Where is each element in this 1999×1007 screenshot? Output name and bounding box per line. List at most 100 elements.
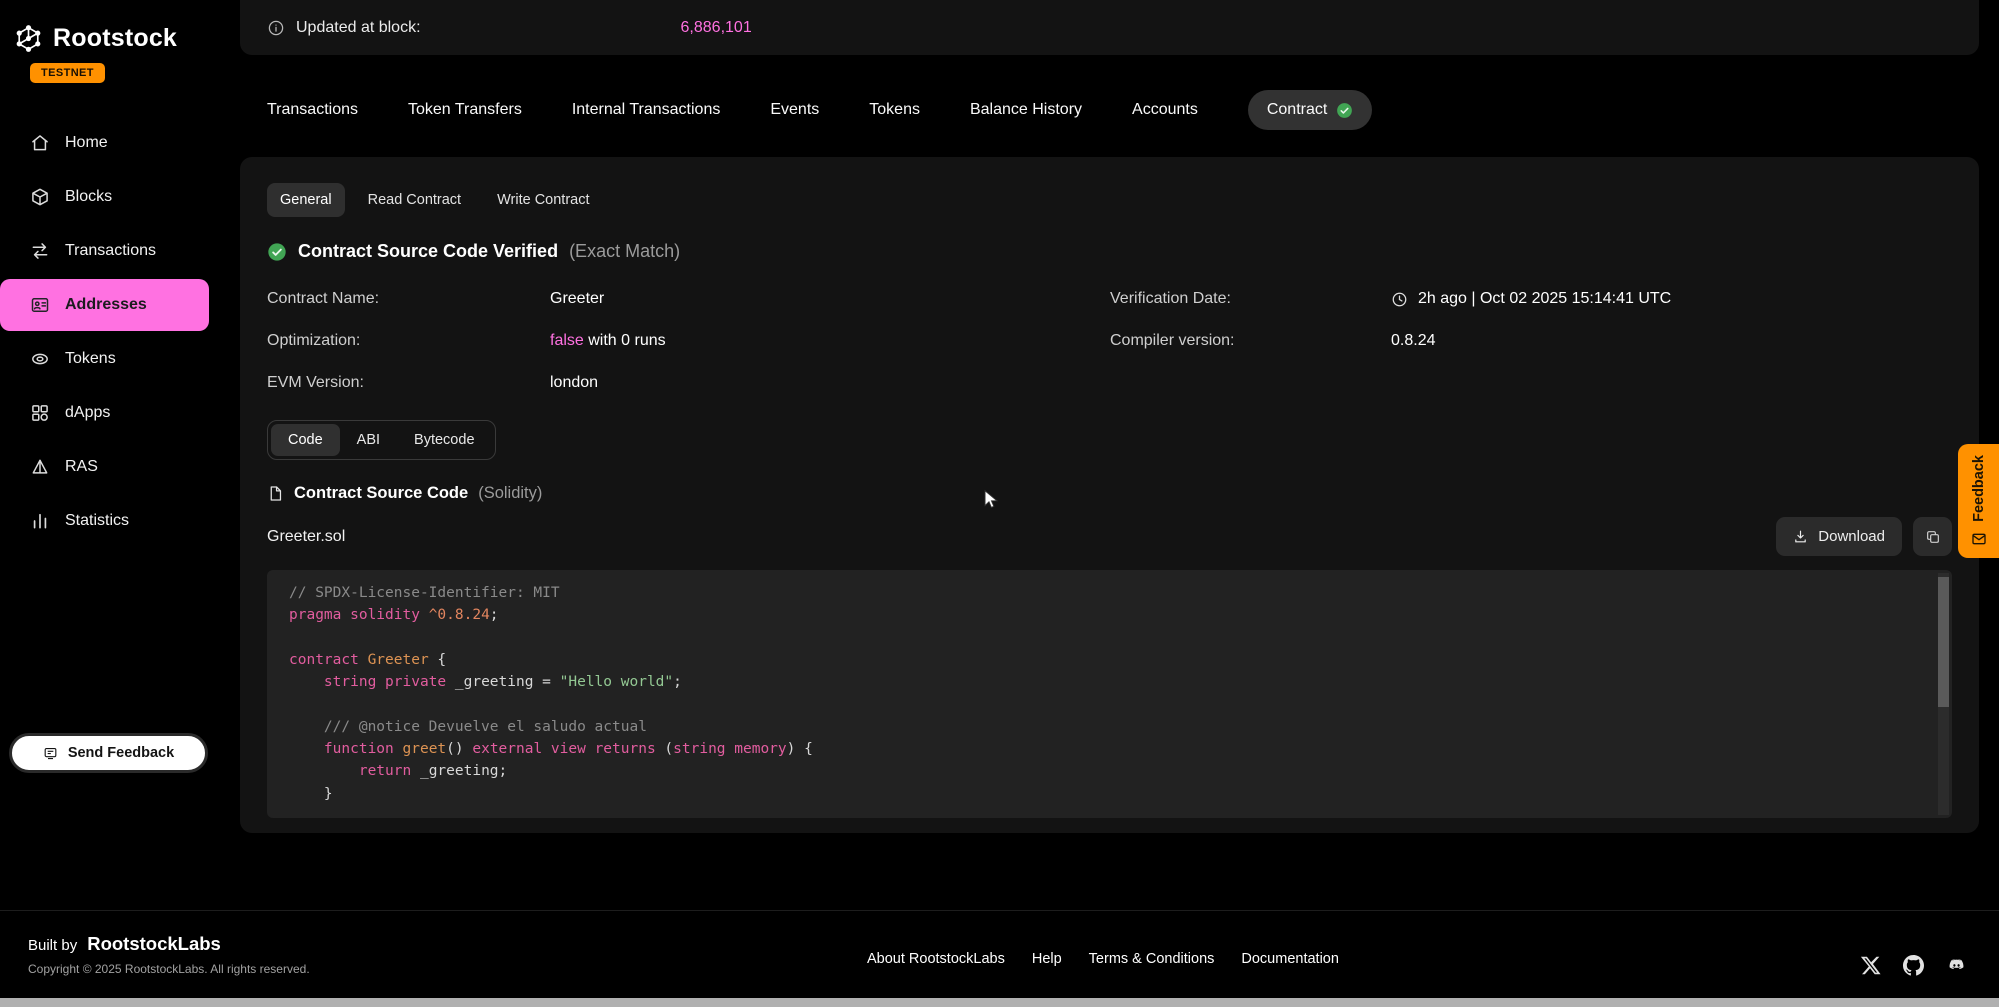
field-label: Optimization:	[267, 332, 550, 350]
sidebar-item-label: dApps	[65, 404, 110, 422]
source-code-block[interactable]: // SPDX-License-Identifier: MITpragma so…	[267, 570, 1952, 818]
download-button[interactable]: Download	[1776, 517, 1902, 556]
tab-label: Tokens	[869, 101, 920, 118]
code-tab-code[interactable]: Code	[271, 424, 340, 456]
footer-link-help[interactable]: Help	[1032, 951, 1062, 967]
code-scrollbar-thumb[interactable]	[1938, 577, 1949, 707]
github-icon[interactable]	[1903, 955, 1924, 976]
code-line: string private _greeting = "Hello world"…	[289, 671, 1930, 693]
tab-tokens[interactable]: Tokens	[869, 101, 920, 119]
code-tab-abi[interactable]: ABI	[340, 424, 397, 456]
footer-link-about-rootstocklabs[interactable]: About RootstockLabs	[867, 951, 1005, 967]
code-view-tabs: CodeABIBytecode	[267, 420, 496, 460]
file-actions: Download	[1776, 517, 1952, 556]
block-number-link[interactable]: 6,886,101	[681, 19, 752, 37]
addresses-icon	[30, 295, 50, 315]
footer-link-terms-conditions[interactable]: Terms & Conditions	[1089, 951, 1215, 967]
source-code-language: (Solidity)	[478, 484, 542, 503]
footer-link-documentation[interactable]: Documentation	[1241, 951, 1339, 967]
contract-card: General Read Contract Write Contract Contr…	[240, 157, 1979, 833]
footer-socials	[1860, 955, 1967, 976]
tab-events[interactable]: Events	[770, 101, 819, 119]
tab-internal-transactions[interactable]: Internal Transactions	[572, 101, 721, 119]
tab-label: Internal Transactions	[572, 101, 721, 118]
discord-icon[interactable]	[1946, 955, 1967, 976]
send-feedback-button[interactable]: Send Feedback	[9, 733, 208, 773]
blocks-icon	[30, 187, 50, 207]
contract-subtabs: General Read Contract Write Contract	[267, 183, 1952, 217]
tab-contract[interactable]: Contract	[1248, 90, 1372, 130]
tab-label: Balance History	[970, 101, 1082, 118]
field-value-text: london	[550, 374, 598, 392]
tab-balance-history[interactable]: Balance History	[970, 101, 1082, 119]
file-row: Greeter.sol Download	[267, 517, 1952, 556]
sidebar-item-transactions[interactable]: Transactions	[0, 225, 218, 277]
download-icon	[1793, 529, 1808, 544]
sidebar-item-home[interactable]: Home	[0, 117, 218, 169]
subtab-general[interactable]: General	[267, 183, 345, 217]
clock-icon	[1391, 291, 1408, 308]
sidebar-item-label: Addresses	[65, 296, 147, 314]
updated-at-block-label: Updated at block:	[296, 19, 421, 37]
tab-accounts[interactable]: Accounts	[1132, 101, 1198, 119]
sidebar-item-label: Blocks	[65, 188, 112, 206]
field-value-text: false with 0 runs	[550, 332, 666, 350]
source-title-row: Contract Source Code (Solidity)	[267, 484, 1952, 503]
document-icon	[267, 485, 284, 502]
feedback-tab-label: Feedback	[1971, 455, 1987, 522]
field-label: Compiler version:	[1110, 332, 1391, 350]
sidebar-nav: Home Blocks Transactions Addresses Tokens dAp…	[0, 117, 218, 547]
built-by-row: Built by RootstockLabs	[28, 933, 310, 955]
code-line: pragma solidity ^0.8.24;	[289, 604, 1930, 626]
footer: Built by RootstockLabs Copyright © 2025 …	[0, 910, 1999, 998]
code-line: function greet() external view returns (…	[289, 738, 1930, 760]
verified-row: Contract Source Code Verified (Exact Mat…	[267, 241, 1952, 262]
field-value: false with 0 runs	[550, 332, 1110, 350]
copy-button[interactable]	[1913, 517, 1952, 556]
rootstocklabs-link[interactable]: RootstockLabs	[87, 933, 221, 955]
code-line: /// @notice Devuelve el saludo actual	[289, 716, 1930, 738]
tab-label: Token Transfers	[408, 101, 522, 118]
contract-fields: Contract Name:GreeterVerification Date:2…	[267, 278, 1952, 404]
rootstock-logo[interactable]: Rootstock	[0, 0, 218, 55]
mail-icon	[1971, 531, 1987, 547]
field-value: Greeter	[550, 290, 1110, 308]
info-icon	[267, 19, 285, 37]
code-line: contract Greeter {	[289, 649, 1930, 671]
code-line: // SPDX-License-Identifier: MIT	[289, 582, 1930, 604]
x-icon[interactable]	[1860, 955, 1881, 976]
copy-icon	[1925, 529, 1941, 545]
built-by-label: Built by	[28, 937, 77, 954]
sidebar-item-label: Statistics	[65, 512, 129, 530]
sidebar-item-tokens[interactable]: Tokens	[0, 333, 218, 385]
sidebar-item-blocks[interactable]: Blocks	[0, 171, 218, 223]
tab-token-transfers[interactable]: Token Transfers	[408, 101, 522, 119]
code-line: }	[289, 783, 1930, 805]
field-value: london	[550, 374, 1110, 392]
verified-title: Contract Source Code Verified	[298, 241, 558, 262]
feedback-form-icon	[43, 746, 58, 761]
contract-field-row: Contract Name:GreeterVerification Date:2…	[267, 278, 1952, 320]
sidebar-item-addresses[interactable]: Addresses	[0, 279, 209, 331]
tab-label: Transactions	[267, 101, 358, 118]
rootstock-logo-icon	[12, 22, 45, 55]
sidebar-item-statistics[interactable]: Statistics	[0, 495, 218, 547]
contract-field-row: EVM Version:london	[267, 362, 1952, 404]
sidebar: Rootstock TESTNET HomeBlocksTransactions…	[0, 0, 218, 900]
subtab-write-contract[interactable]: Write Contract	[484, 183, 602, 217]
field-label: EVM Version:	[267, 374, 550, 392]
subtab-read-contract[interactable]: Read Contract	[355, 183, 475, 217]
code-scrollbar[interactable]	[1938, 573, 1949, 815]
source-code-title: Contract Source Code	[294, 484, 468, 503]
sidebar-item-ras[interactable]: RAS	[0, 441, 218, 493]
feedback-side-tab[interactable]: Feedback	[1958, 444, 1999, 558]
horizontal-scrollbar[interactable]	[0, 998, 1999, 1007]
sidebar-item-dapps[interactable]: dApps	[0, 387, 218, 439]
tab-label: Events	[770, 101, 819, 118]
ras-icon	[30, 457, 50, 477]
tab-transactions[interactable]: Transactions	[267, 101, 358, 119]
code-tab-bytecode[interactable]: Bytecode	[397, 424, 491, 456]
tab-bar: Transactions Token Transfers Internal Tran…	[240, 89, 1979, 131]
footer-links: About RootstockLabs Help Terms & Condition…	[867, 951, 1339, 967]
statistics-icon	[30, 511, 50, 531]
